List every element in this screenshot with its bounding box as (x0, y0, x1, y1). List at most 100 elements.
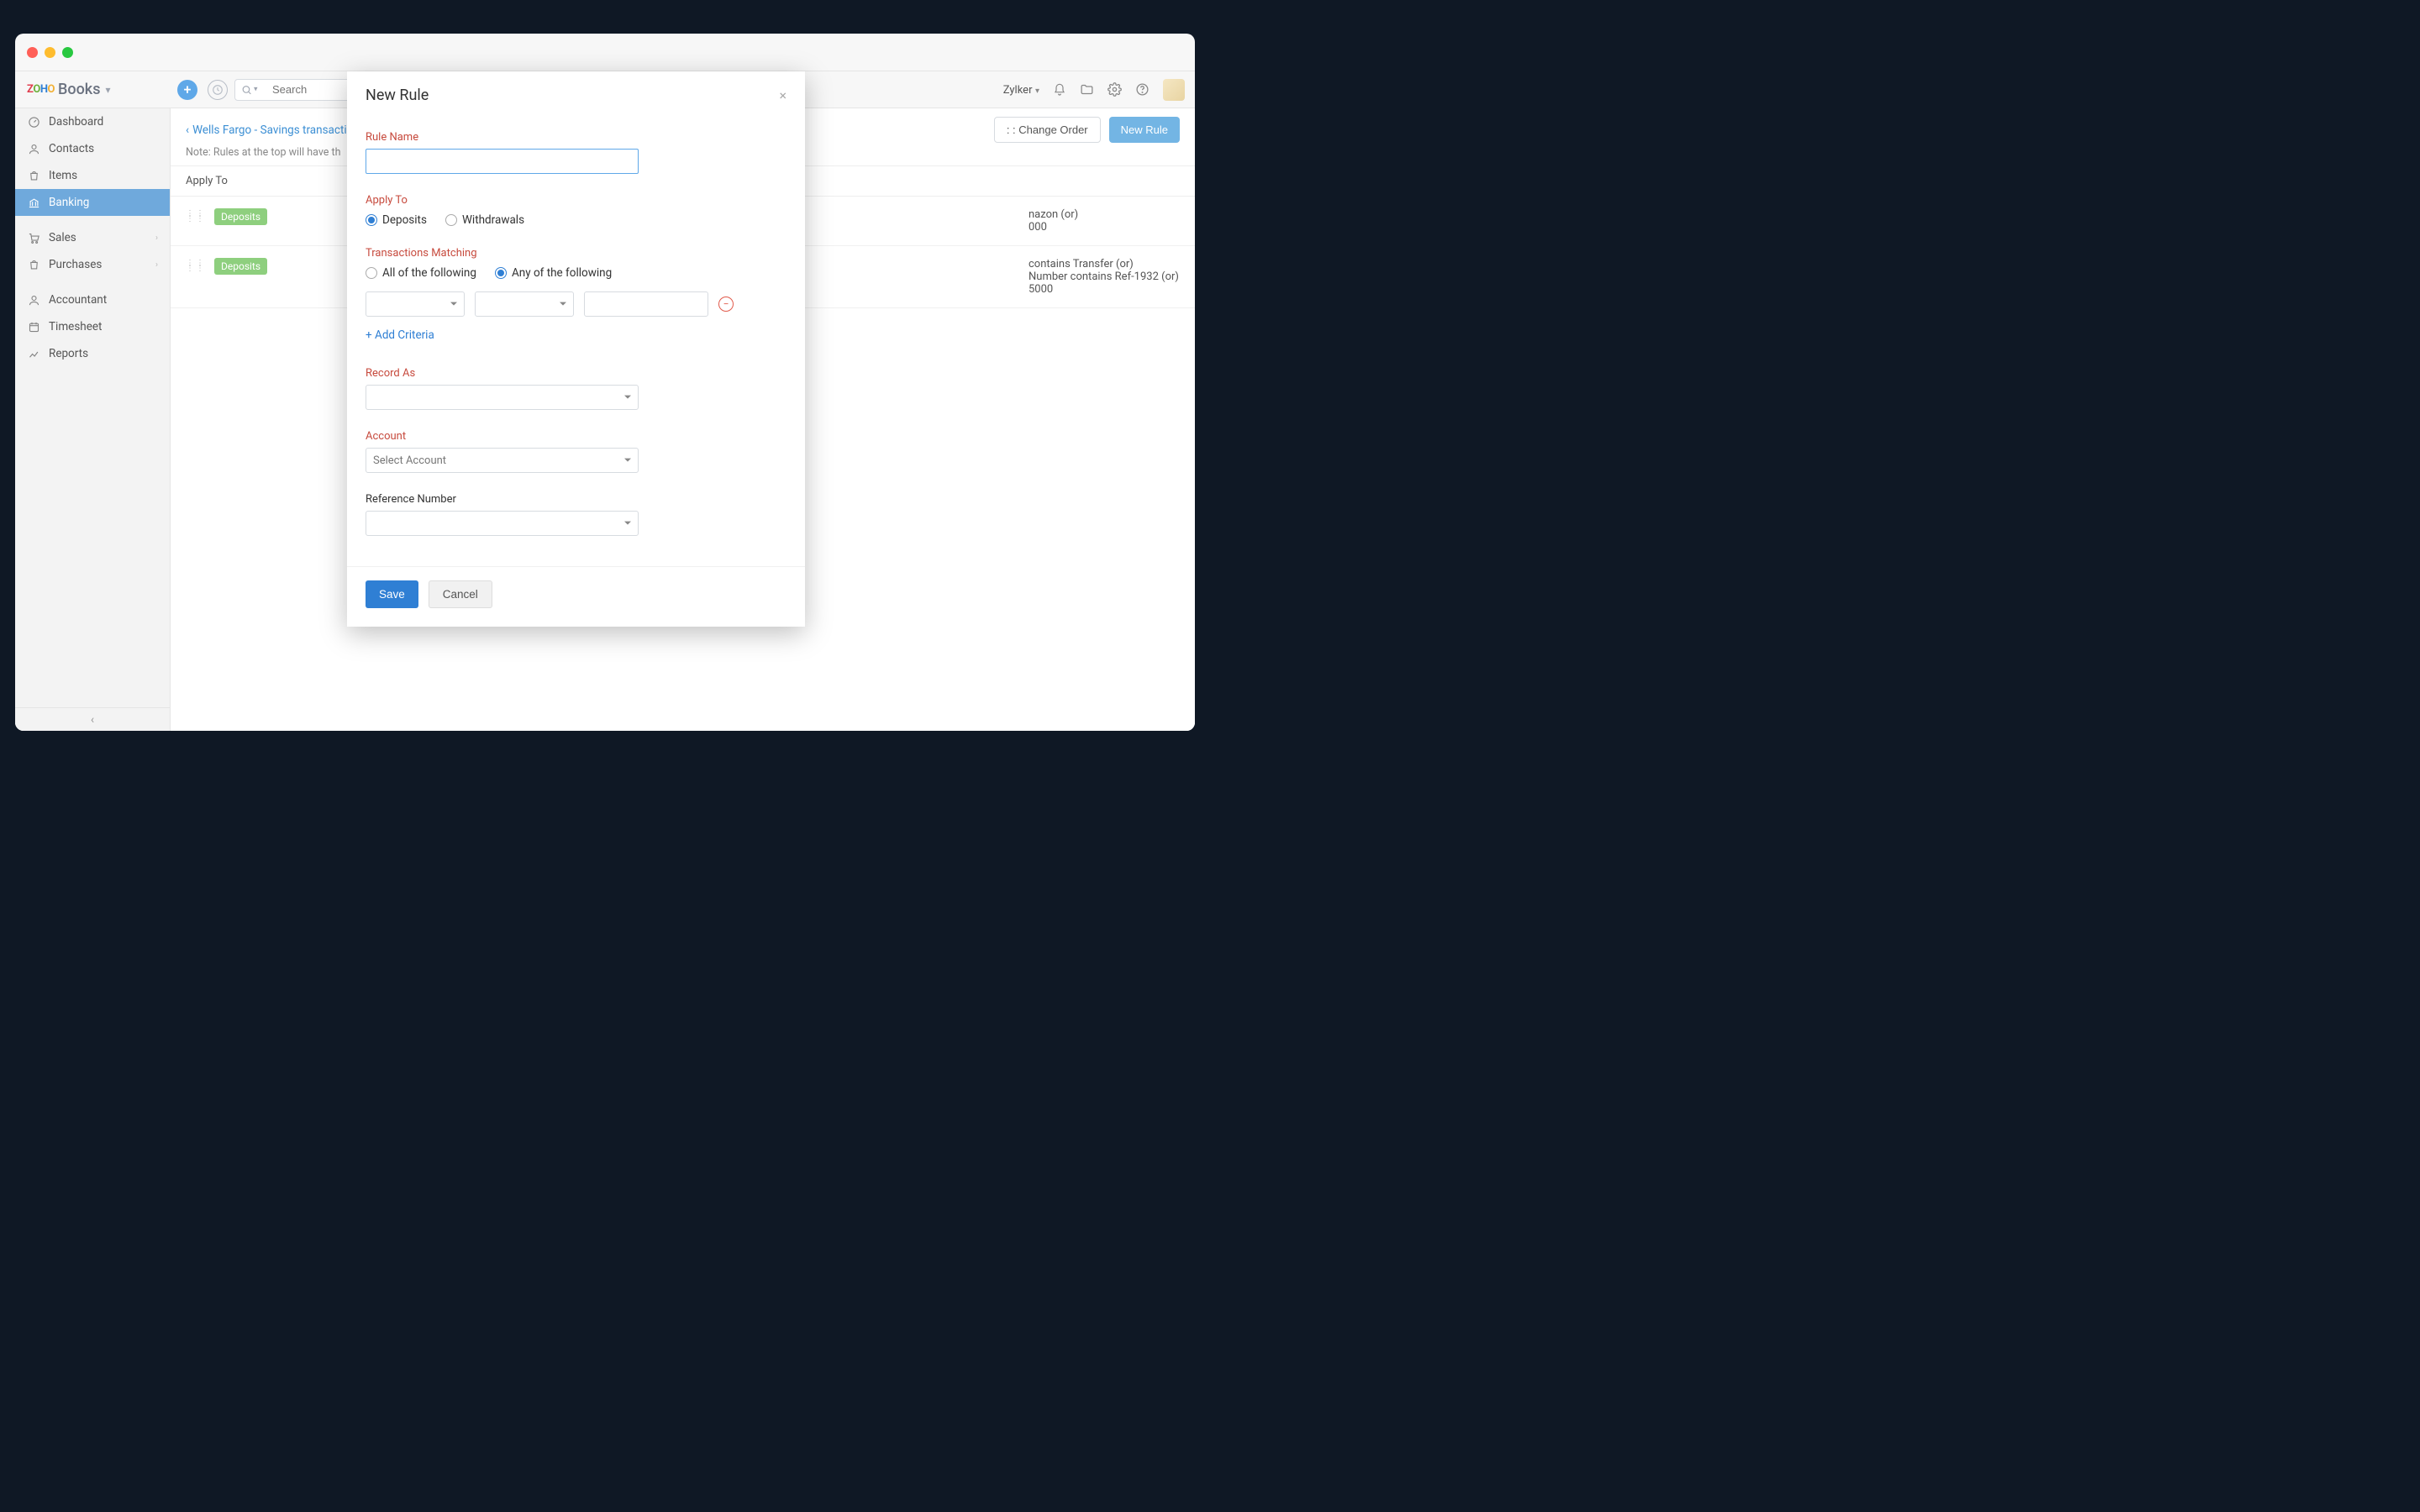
tx-matching-label: Transactions Matching (366, 247, 786, 260)
sidebar-label: Timesheet (49, 320, 102, 333)
rule-name-label: Rule Name (366, 131, 786, 144)
radio-any-following[interactable]: Any of the following (495, 266, 612, 280)
contacts-icon (27, 142, 40, 155)
breadcrumb-back-link[interactable]: ‹ Wells Fargo - Savings transactio (186, 123, 353, 137)
drag-handle-icon[interactable]: ⋮⋮⋮⋮ (186, 212, 206, 222)
rule-criteria-preview: contains Transfer (or) Number contains R… (1028, 258, 1180, 296)
top-right: Zylker ▾ (1003, 79, 1195, 101)
sidebar-label: Items (49, 169, 77, 182)
new-rule-button[interactable]: New Rule (1109, 117, 1180, 143)
account-select[interactable]: Select Account (366, 448, 639, 473)
new-rule-modal: New Rule × Rule Name Apply To Deposits (347, 71, 805, 627)
chevron-left-icon: ‹ (186, 123, 189, 137)
sidebar-item-banking[interactable]: Banking (15, 189, 170, 216)
deposit-badge: Deposits (214, 258, 267, 275)
modal-title: New Rule (366, 87, 429, 104)
modal-close-button[interactable]: × (779, 87, 786, 103)
sales-icon (27, 231, 40, 244)
radio-icon (495, 267, 507, 279)
avatar[interactable] (1163, 79, 1185, 101)
timesheet-icon (27, 320, 40, 333)
cancel-button[interactable]: Cancel (429, 580, 492, 608)
sidebar-label: Reports (49, 347, 88, 360)
bell-icon[interactable] (1053, 83, 1066, 97)
minus-icon: − (723, 298, 729, 310)
sidebar-item-items[interactable]: Items (15, 162, 170, 189)
radio-icon (445, 214, 457, 226)
sidebar-item-reports[interactable]: Reports (15, 340, 170, 367)
brand[interactable]: ZOHO Books ▾ (15, 81, 171, 98)
sidebar-collapse-button[interactable]: ‹ (15, 707, 170, 731)
radio-icon (366, 214, 377, 226)
mac-window: ZOHO Books ▾ + ▾ Zylker (15, 34, 1195, 731)
sidebar-label: Banking (49, 196, 89, 209)
sidebar-item-contacts[interactable]: Contacts (15, 135, 170, 162)
radio-deposits[interactable]: Deposits (366, 213, 427, 227)
apply-to-label: Apply To (366, 194, 786, 207)
sidebar-item-sales[interactable]: Sales › (15, 224, 170, 251)
app: ZOHO Books ▾ + ▾ Zylker (15, 71, 1195, 731)
refnum-label: Reference Number (366, 493, 786, 506)
radio-all-following[interactable]: All of the following (366, 266, 476, 280)
sidebar-item-timesheet[interactable]: Timesheet (15, 313, 170, 340)
chevron-down-icon: ▾ (1035, 87, 1039, 96)
reports-icon (27, 347, 40, 360)
search-icon: ▾ (241, 84, 258, 95)
brand-caret-icon: ▾ (105, 84, 110, 96)
zoho-logo: ZOHO (27, 83, 55, 96)
org-switcher[interactable]: Zylker ▾ (1003, 83, 1039, 97)
add-criteria-link[interactable]: + Add Criteria (366, 328, 434, 342)
rule-name-input[interactable] (366, 149, 639, 174)
matching-radios: All of the following Any of the followin… (366, 266, 786, 280)
criteria-field-select[interactable] (366, 291, 465, 317)
titlebar (15, 34, 1195, 71)
radio-withdrawals[interactable]: Withdrawals (445, 213, 524, 227)
sidebar-label: Sales (49, 231, 76, 244)
close-icon: × (779, 87, 786, 103)
criteria-row: − (366, 291, 786, 317)
record-as-label: Record As (366, 367, 786, 380)
criteria-operator-select[interactable] (475, 291, 574, 317)
sidebar: Dashboard Contacts Items Banking Sa (15, 108, 171, 731)
sidebar-label: Dashboard (49, 115, 103, 129)
breadcrumb-label: Wells Fargo - Savings transactio (192, 123, 353, 137)
deposit-badge: Deposits (214, 208, 267, 225)
clock-icon (212, 84, 224, 96)
folder-icon[interactable] (1080, 82, 1094, 97)
rule-criteria-preview: nazon (or) 000 (1028, 208, 1180, 234)
modal-header: New Rule × (347, 71, 805, 114)
refnum-select[interactable] (366, 511, 639, 536)
criteria-value-input[interactable] (584, 291, 708, 317)
apply-to-radios: Deposits Withdrawals (366, 213, 786, 227)
dashboard-icon (27, 115, 40, 129)
help-icon[interactable] (1135, 82, 1150, 97)
change-order-button[interactable]: : : Change Order (994, 117, 1101, 143)
window-close-dot[interactable] (27, 47, 38, 58)
accountant-icon (27, 293, 40, 307)
window-zoom-dot[interactable] (62, 47, 73, 58)
sidebar-label: Accountant (49, 293, 107, 307)
sidebar-label: Contacts (49, 142, 94, 155)
sidebar-label: Purchases (49, 258, 102, 271)
chevron-left-icon: ‹ (91, 713, 94, 727)
items-icon (27, 169, 40, 182)
quick-add-button[interactable]: + (177, 80, 197, 100)
modal-footer: Save Cancel (347, 566, 805, 627)
account-label: Account (366, 430, 786, 443)
save-button[interactable]: Save (366, 580, 418, 608)
recent-activity-button[interactable] (208, 80, 228, 100)
remove-criteria-button[interactable]: − (718, 297, 734, 312)
modal-body: Rule Name Apply To Deposits Withdrawals … (347, 114, 805, 551)
sidebar-item-dashboard[interactable]: Dashboard (15, 108, 170, 135)
radio-icon (366, 267, 377, 279)
sidebar-item-accountant[interactable]: Accountant (15, 286, 170, 313)
banking-icon (27, 196, 40, 209)
purchases-icon (27, 258, 40, 271)
main-actions: : : Change Order New Rule (994, 117, 1180, 143)
sidebar-item-purchases[interactable]: Purchases › (15, 251, 170, 278)
gear-icon[interactable] (1107, 82, 1122, 97)
brand-product: Books (58, 81, 100, 98)
window-minimize-dot[interactable] (45, 47, 55, 58)
record-as-select[interactable] (366, 385, 639, 410)
drag-handle-icon[interactable]: ⋮⋮⋮⋮ (186, 261, 206, 271)
